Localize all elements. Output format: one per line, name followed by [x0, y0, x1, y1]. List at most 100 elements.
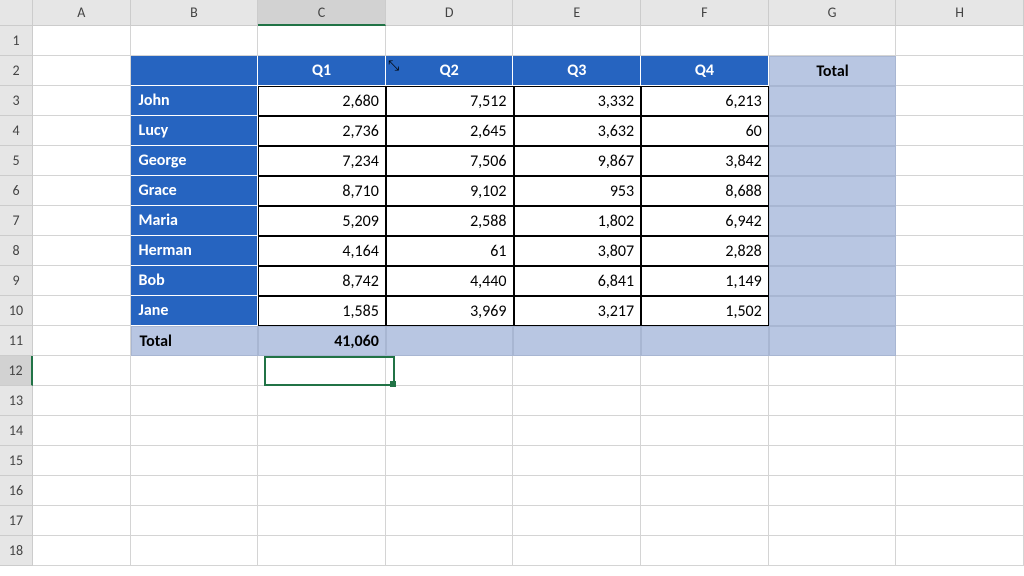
cell-H16[interactable] [896, 476, 1024, 506]
cell-H12[interactable] [896, 356, 1024, 386]
cell-E16[interactable] [513, 476, 641, 506]
cell-H15[interactable] [896, 446, 1024, 476]
select-all-corner[interactable] [0, 0, 33, 26]
row-header-10[interactable]: 10 [0, 296, 33, 326]
cell-F17[interactable] [641, 506, 769, 536]
cell-C13[interactable] [258, 386, 386, 416]
row-header-4[interactable]: 4 [0, 116, 33, 146]
cell-A15[interactable] [33, 446, 131, 476]
cell-C12[interactable] [258, 356, 386, 386]
cell-H1[interactable] [896, 26, 1024, 56]
cell-A5[interactable] [33, 146, 131, 176]
col-header-F[interactable]: F [641, 0, 769, 26]
cell-F13[interactable] [641, 386, 769, 416]
cell-C7[interactable]: 5,209 [258, 206, 386, 236]
cell-F18[interactable] [641, 536, 769, 566]
cell-F3[interactable]: 6,213 [641, 86, 769, 116]
cell-D6[interactable]: 9,102 [386, 176, 514, 206]
cell-F14[interactable] [641, 416, 769, 446]
col-header-D[interactable]: D [386, 0, 514, 26]
cell-D4[interactable]: 2,645 [386, 116, 514, 146]
row-header-15[interactable]: 15 [0, 446, 33, 476]
cell-D12[interactable] [386, 356, 514, 386]
cell-H17[interactable] [896, 506, 1024, 536]
cell-F5[interactable]: 3,842 [641, 146, 769, 176]
cell-D9[interactable]: 4,440 [386, 266, 514, 296]
cell-A3[interactable] [33, 86, 131, 116]
cell-C4[interactable]: 2,736 [258, 116, 386, 146]
cell-H5[interactable] [896, 146, 1024, 176]
cell-H7[interactable] [896, 206, 1024, 236]
row-header-3[interactable]: 3 [0, 86, 33, 116]
cell-H10[interactable] [896, 296, 1024, 326]
cell-E13[interactable] [513, 386, 641, 416]
cell-D14[interactable] [386, 416, 514, 446]
cell-B13[interactable] [131, 386, 259, 416]
cell-H8[interactable] [896, 236, 1024, 266]
cell-E7[interactable]: 1,802 [514, 206, 642, 236]
cell-F4[interactable]: 60 [641, 116, 769, 146]
spreadsheet-grid[interactable]: A B C D E F G H 1 2 Q1 Q2 Q3 Q4 Total 3 … [0, 0, 1024, 566]
row-header-1[interactable]: 1 [0, 26, 33, 56]
cell-E10[interactable]: 3,217 [514, 296, 642, 326]
cell-B8[interactable]: Herman [131, 236, 259, 266]
cell-C10[interactable]: 1,585 [258, 296, 386, 326]
cell-G12[interactable] [769, 356, 897, 386]
cell-A13[interactable] [33, 386, 131, 416]
row-header-9[interactable]: 9 [0, 266, 33, 296]
row-header-11[interactable]: 11 [0, 326, 33, 356]
cell-G15[interactable] [769, 446, 897, 476]
cell-H11[interactable] [896, 326, 1024, 356]
row-header-16[interactable]: 16 [0, 476, 33, 506]
cell-D8[interactable]: 61 [386, 236, 514, 266]
cell-A1[interactable] [33, 26, 131, 56]
cell-C5[interactable]: 7,234 [258, 146, 386, 176]
col-header-G[interactable]: G [769, 0, 897, 26]
col-header-B[interactable]: B [131, 0, 259, 26]
cell-A8[interactable] [33, 236, 131, 266]
cell-A6[interactable] [33, 176, 131, 206]
cell-A14[interactable] [33, 416, 131, 446]
cell-H4[interactable] [896, 116, 1024, 146]
cell-B5[interactable]: George [131, 146, 259, 176]
cell-B1[interactable] [131, 26, 259, 56]
cell-C2[interactable]: Q1 [258, 56, 386, 86]
cell-F11[interactable] [641, 326, 769, 356]
cell-D16[interactable] [386, 476, 514, 506]
cell-E1[interactable] [513, 26, 641, 56]
cell-C18[interactable] [258, 536, 386, 566]
cell-F15[interactable] [641, 446, 769, 476]
cell-B16[interactable] [131, 476, 259, 506]
cell-G10[interactable] [769, 296, 897, 326]
cell-H3[interactable] [896, 86, 1024, 116]
cell-F16[interactable] [641, 476, 769, 506]
cell-G2[interactable]: Total [769, 56, 897, 86]
cell-C16[interactable] [258, 476, 386, 506]
cell-B15[interactable] [131, 446, 259, 476]
cell-E15[interactable] [513, 446, 641, 476]
cell-D2[interactable]: Q2 [386, 56, 514, 86]
cell-E9[interactable]: 6,841 [514, 266, 642, 296]
row-header-14[interactable]: 14 [0, 416, 33, 446]
col-header-A[interactable]: A [33, 0, 130, 26]
row-header-18[interactable]: 18 [0, 536, 33, 566]
col-header-E[interactable]: E [513, 0, 641, 26]
cell-F1[interactable] [641, 26, 769, 56]
cell-D17[interactable] [386, 506, 514, 536]
cell-D13[interactable] [386, 386, 514, 416]
cell-C11[interactable]: 41,060 [258, 326, 386, 356]
cell-B3[interactable]: John [131, 86, 259, 116]
cell-C15[interactable] [258, 446, 386, 476]
cell-G14[interactable] [769, 416, 897, 446]
cell-B2[interactable] [131, 56, 259, 86]
cell-A9[interactable] [33, 266, 131, 296]
cell-F2[interactable]: Q4 [641, 56, 769, 86]
cell-G16[interactable] [769, 476, 897, 506]
cell-F9[interactable]: 1,149 [641, 266, 769, 296]
cell-C6[interactable]: 8,710 [258, 176, 386, 206]
cell-C17[interactable] [258, 506, 386, 536]
cell-F10[interactable]: 1,502 [641, 296, 769, 326]
cell-G7[interactable] [769, 206, 897, 236]
cell-E12[interactable] [513, 356, 641, 386]
cell-E17[interactable] [513, 506, 641, 536]
